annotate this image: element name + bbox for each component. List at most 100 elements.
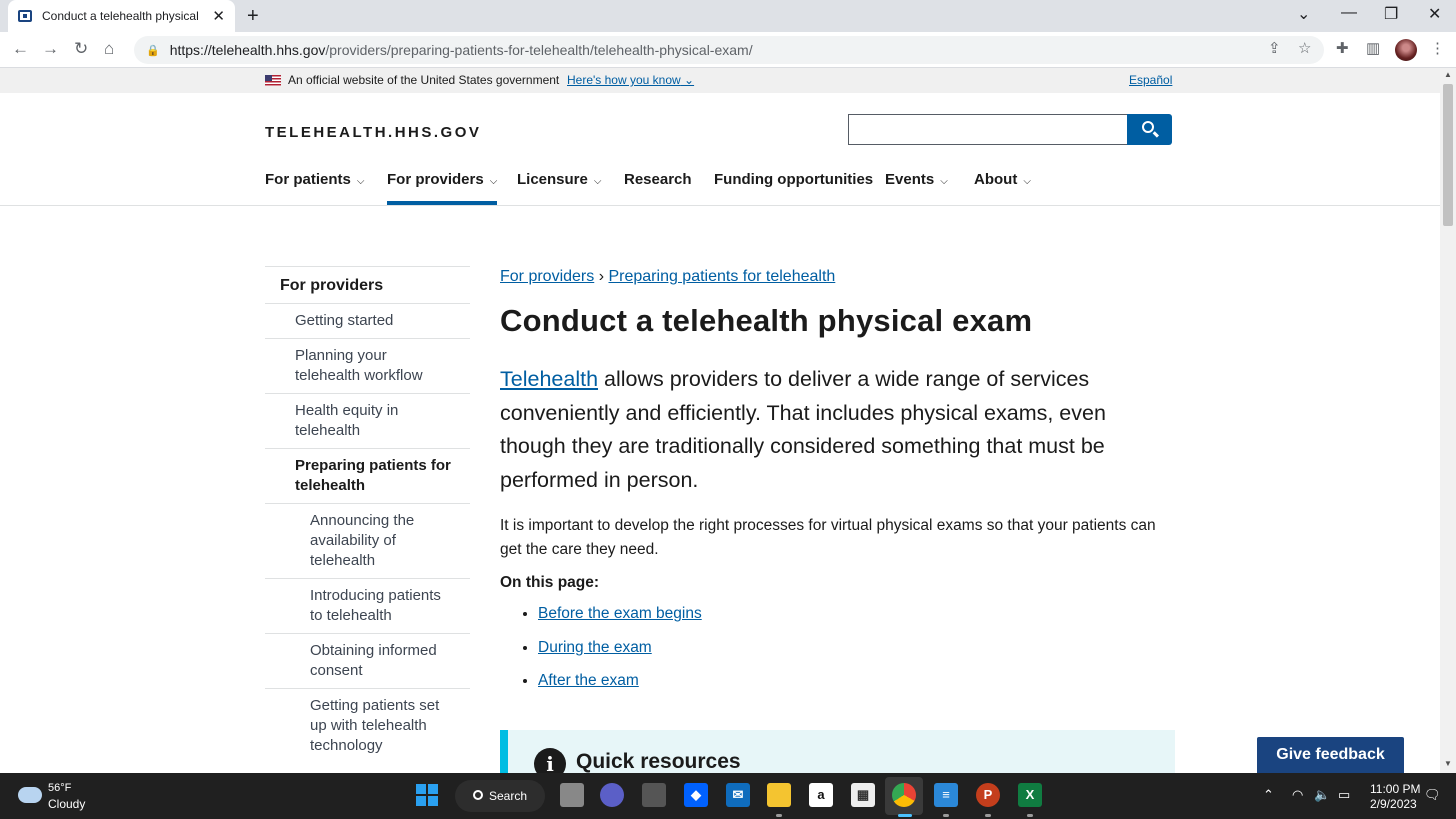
back-icon[interactable]: ← [12,39,29,59]
nav-funding-opportunities[interactable]: Funding opportunities [714,171,873,205]
sidenav-item-planning-workflow[interactable]: Planning your telehealth workflow [265,338,470,393]
site-logo[interactable]: TELEHEALTH.HHS.GOV [265,124,481,141]
gov-banner: An official website of the United States… [0,68,1440,93]
powerpoint-icon[interactable]: P [976,783,1000,807]
chevron-down-icon: ⌵ [593,176,602,187]
nav-events[interactable]: Events ⌵ [885,171,948,205]
us-flag-icon [265,75,281,86]
sidenav-subitem-informed-consent[interactable]: Obtaining informed consent [265,633,470,688]
sidenav-item-health-equity[interactable]: Health equity in telehealth [265,393,470,448]
page-scrollbar[interactable]: ▲ ▼ [1440,68,1456,773]
tab-search-chevron-icon[interactable]: ⌄ [1297,4,1310,24]
lock-icon[interactable]: 🔒 [146,44,160,57]
sidenav-item-getting-started[interactable]: Getting started [265,303,470,338]
tab-title: Conduct a telehealth physical ex [42,9,202,23]
extensions-icon[interactable]: ✚ [1336,39,1349,57]
on-this-page-list: Before the exam begins During the exam A… [500,597,1176,698]
official-site-text: An official website of the United States… [288,73,560,87]
close-tab-icon[interactable]: ✕ [212,7,225,25]
battery-icon[interactable]: ▭ [1338,787,1350,803]
profile-avatar[interactable] [1395,39,1417,61]
toc-before-exam[interactable]: Before the exam begins [538,605,702,622]
restore-button[interactable]: ❐ [1384,4,1398,24]
teams-chat-icon[interactable] [600,783,624,807]
on-this-page-heading: On this page: [500,574,600,591]
sidenav-item-preparing-patients[interactable]: Preparing patients for telehealth [265,448,470,503]
address-bar[interactable]: 🔒 https://telehealth.hhs.gov/providers/p… [134,36,1324,64]
espanol-link[interactable]: Español [1129,73,1172,87]
excel-icon[interactable]: X [1018,783,1042,807]
nav-for-patients[interactable]: For patients ⌵ [265,171,364,205]
clock-date[interactable]: 2/9/2023 [1370,797,1417,811]
notepad-icon[interactable]: ≡ [934,783,958,807]
scrollbar-thumb[interactable] [1443,84,1453,226]
cloud-icon[interactable] [18,787,42,803]
running-indicator [776,814,782,817]
running-indicator [1027,814,1033,817]
sidenav-heading[interactable]: For providers [265,266,470,303]
nav-research[interactable]: Research [624,171,692,205]
browser-menu-icon[interactable]: ⋮ [1430,39,1445,57]
active-indicator [898,814,912,817]
minimize-button[interactable]: — [1341,4,1357,22]
search-button[interactable] [1127,114,1172,145]
search-icon [1142,121,1154,133]
toc-after-exam[interactable]: After the exam [538,672,639,689]
chevron-down-icon: ⌵ [940,176,948,187]
breadcrumb-for-providers[interactable]: For providers [500,268,594,285]
new-tab-button[interactable]: + [247,5,259,28]
close-window-button[interactable]: ✕ [1428,4,1441,24]
nav-licensure[interactable]: Licensure ⌵ [517,171,601,205]
dropbox-icon[interactable]: ◆ [684,783,708,807]
chrome-icon[interactable] [892,783,916,807]
mail-icon[interactable]: ✉ [726,783,750,807]
home-icon[interactable]: ⌂ [104,39,114,59]
scroll-down-arrow-icon[interactable]: ▼ [1444,759,1452,768]
show-hidden-icons-chevron-icon[interactable]: ⌃ [1263,787,1274,803]
clock-time[interactable]: 11:00 PM [1370,782,1420,796]
store-icon[interactable]: ▦ [851,783,875,807]
windows-start-icon[interactable] [416,784,438,806]
taskbar-search-button[interactable]: Search [455,780,545,812]
how-you-know-link[interactable]: Here's how you know ⌄ [567,73,694,87]
give-feedback-button[interactable]: Give feedback [1257,737,1404,773]
breadcrumb: For providers › Preparing patients for t… [500,268,1176,286]
file-explorer-icon[interactable] [767,783,791,807]
intro-paragraph: It is important to develop the right pro… [500,517,1156,558]
scroll-up-arrow-icon[interactable]: ▲ [1444,70,1452,79]
side-panel-icon[interactable]: ▥ [1366,39,1380,57]
volume-icon[interactable]: 🔈 [1314,787,1330,803]
app-icon[interactable] [642,783,666,807]
task-view-icon[interactable] [560,783,584,807]
telehealth-link[interactable]: Telehealth [500,367,598,391]
weather-condition[interactable]: Cloudy [48,797,85,811]
breadcrumb-preparing-patients[interactable]: Preparing patients for telehealth [608,268,835,285]
nav-for-providers[interactable]: For providers ⌵ [387,171,498,205]
wifi-icon[interactable]: ◠ [1292,787,1303,803]
side-nav: For providers Getting started Planning y… [265,266,470,763]
url-path: /providers/preparing-patients-for-telehe… [325,42,753,58]
reload-icon[interactable]: ↻ [74,39,88,59]
search-icon [473,790,483,800]
toc-during-exam[interactable]: During the exam [538,639,652,656]
sidenav-subitem-introducing[interactable]: Introducing patients to telehealth [265,578,470,633]
site-favicon-icon [18,10,32,22]
chevron-down-icon: ⌵ [489,176,498,187]
breadcrumb-separator: › [598,268,605,285]
sidenav-subitem-technology-setup[interactable]: Getting patients set up with telehealth … [265,688,470,763]
amazon-icon[interactable]: a [809,783,833,807]
chevron-down-icon: ⌵ [1023,176,1031,187]
windows-taskbar: 56°F Cloudy Search ◆ ✉ a ▦ ≡ P X ⌃ ◠ 🔈 ▭… [0,773,1456,819]
share-icon[interactable]: ⇪ [1268,39,1281,57]
browser-tab[interactable]: Conduct a telehealth physical ex ✕ [8,0,235,32]
sidenav-subitem-announcing[interactable]: Announcing the availability of telehealt… [265,503,470,578]
lead-paragraph: Telehealth allows providers to deliver a… [500,367,1106,492]
primary-nav: For patients ⌵ For providers ⌵ Licensure ⌵ … [0,166,1440,206]
notifications-icon[interactable]: 🗨 [1424,787,1441,803]
weather-temperature[interactable]: 56°F [48,782,71,794]
nav-about[interactable]: About ⌵ [974,171,1031,205]
forward-icon[interactable]: → [42,39,59,59]
bookmark-star-icon[interactable]: ☆ [1298,39,1311,57]
search-input[interactable] [848,114,1128,145]
browser-toolbar: ← → ↻ ⌂ 🔒 https://telehealth.hhs.gov/pro… [0,32,1456,68]
